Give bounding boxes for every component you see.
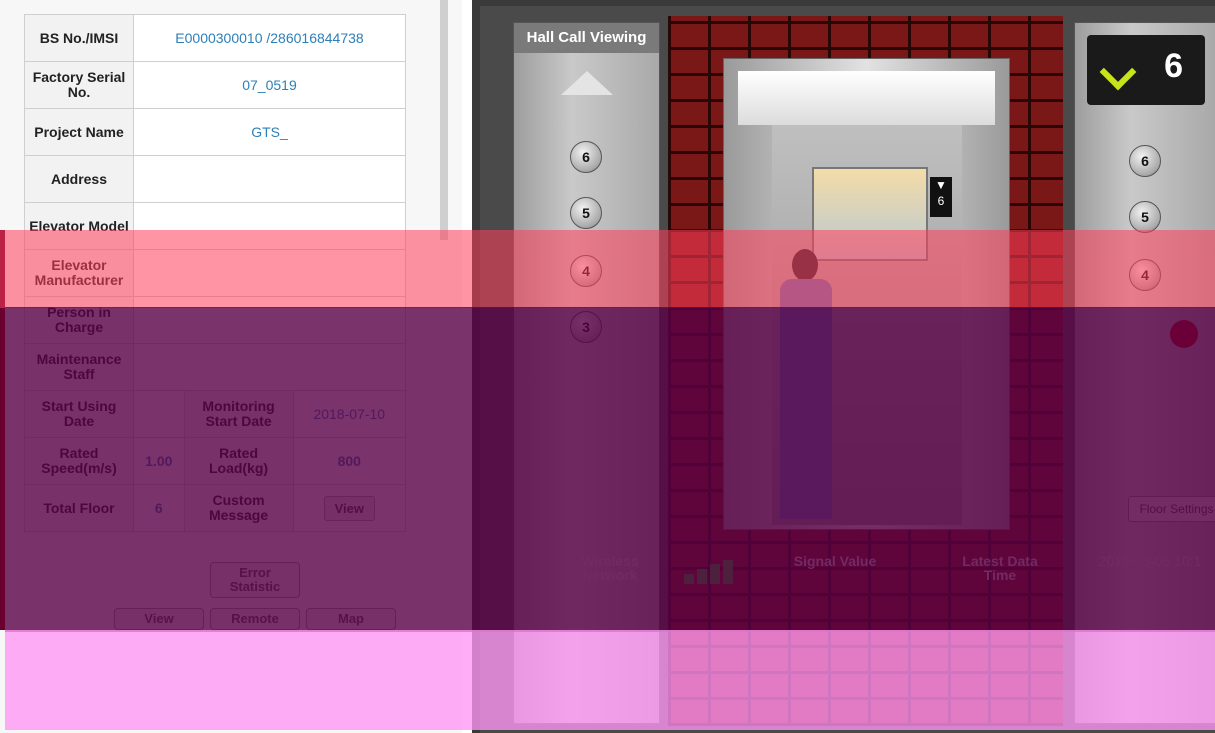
passenger-head bbox=[792, 249, 818, 281]
hall-floor-button-3[interactable]: 3 bbox=[570, 311, 602, 343]
address-value bbox=[133, 155, 406, 203]
cab-floor-indicator: ▼ 6 bbox=[930, 177, 952, 217]
hall-call-panel: Hall Call Viewing 6 5 4 3 bbox=[513, 22, 660, 724]
elevator-manufacturer-value bbox=[133, 249, 406, 297]
passenger-figure bbox=[780, 279, 832, 519]
floor-settings-button[interactable]: Floor Settings bbox=[1128, 496, 1215, 522]
project-name-label: Project Name bbox=[24, 108, 134, 156]
info-row: Project Name GTS_ bbox=[24, 108, 406, 156]
alarm-status-indicator bbox=[1170, 320, 1198, 348]
bs-imsi-label: BS No./IMSI bbox=[24, 14, 134, 62]
remote-control-button[interactable]: Remote bbox=[210, 608, 300, 630]
car-floor-button-5[interactable]: 5 bbox=[1129, 201, 1161, 233]
person-in-charge-label: Person in Charge bbox=[24, 296, 134, 344]
hall-up-arrow-icon bbox=[560, 71, 613, 95]
signal-bar bbox=[710, 564, 720, 584]
hall-floor-button-5[interactable]: 5 bbox=[570, 197, 602, 229]
info-row: Start Using Date Monitoring Start Date 2… bbox=[24, 390, 407, 438]
rated-load-value: 800 bbox=[292, 437, 407, 485]
cab-ceiling-light bbox=[738, 71, 995, 125]
car-floor-button-6[interactable]: 6 bbox=[1129, 145, 1161, 177]
project-name-value: GTS_ bbox=[133, 108, 406, 156]
panel-scrollbar[interactable] bbox=[440, 0, 448, 240]
latest-data-time-label: Latest Data Time bbox=[962, 553, 1038, 583]
map-location-button[interactable]: Map bbox=[306, 608, 396, 630]
rated-speed-value: 1.00 bbox=[133, 437, 185, 485]
hall-call-title: Hall Call Viewing bbox=[514, 23, 659, 53]
car-floor-button-4[interactable]: 4 bbox=[1129, 259, 1161, 291]
info-row: Total Floor 6 Custom Message View bbox=[24, 484, 407, 532]
hall-floor-button-6[interactable]: 6 bbox=[570, 141, 602, 173]
start-using-date-label: Start Using Date bbox=[24, 390, 134, 438]
signal-bar bbox=[684, 574, 694, 584]
connection-status-row: Wireless Network Signal Value Latest Dat… bbox=[570, 554, 1215, 594]
elevator-manufacturer-label: Elevator Manufacturer bbox=[24, 249, 134, 297]
error-statistic-button[interactable]: Error Statistic bbox=[210, 562, 300, 598]
elevator-simulator: Hall Call Viewing 6 5 4 3 ▼ 6 6 6 5 4 Fl… bbox=[472, 0, 1215, 733]
start-using-date-value bbox=[133, 390, 185, 438]
elevator-info-panel: BS No./IMSI E0000300010 /286016844738 Fa… bbox=[0, 0, 462, 733]
person-in-charge-value bbox=[133, 296, 406, 344]
signal-strength-icon bbox=[684, 560, 734, 584]
elevator-model-value bbox=[133, 202, 406, 250]
latest-data-time-value: 2018-03-06 10:1 bbox=[1098, 553, 1202, 569]
info-row: Person in Charge bbox=[24, 296, 406, 344]
current-floor-display: 6 bbox=[1087, 35, 1205, 105]
current-floor-number: 6 bbox=[1164, 47, 1183, 85]
cab-indicator-floor: 6 bbox=[937, 194, 945, 208]
elevator-cab: ▼ 6 bbox=[772, 125, 962, 525]
info-row: Elevator Manufacturer bbox=[24, 249, 406, 297]
monitoring-start-value: 2018-07-10 bbox=[292, 390, 407, 438]
simulator-frame: Hall Call Viewing 6 5 4 3 ▼ 6 6 6 5 4 Fl… bbox=[480, 6, 1215, 733]
rated-load-label: Rated Load(kg) bbox=[183, 437, 294, 485]
maintenance-staff-label: Maintenance Staff bbox=[24, 343, 134, 391]
info-row: Address bbox=[24, 155, 406, 203]
signal-bar bbox=[697, 569, 707, 584]
wireless-network-label: Wireless Network bbox=[581, 553, 639, 583]
rated-speed-label: Rated Speed(m/s) bbox=[24, 437, 134, 485]
down-arrow-icon: ▼ bbox=[935, 178, 947, 192]
cab-back-mirror bbox=[812, 167, 928, 261]
custom-message-label: Custom Message bbox=[183, 484, 294, 532]
elevator-model-label: Elevator Model bbox=[24, 202, 134, 250]
info-row: Factory Serial No. 07_0519 bbox=[24, 61, 406, 109]
direction-down-icon bbox=[1099, 53, 1137, 91]
info-row: Maintenance Staff bbox=[24, 343, 406, 391]
custom-message-view-button[interactable]: View bbox=[323, 495, 375, 521]
bs-imsi-value: E0000300010 /286016844738 bbox=[133, 14, 406, 62]
action-button-area: Error Statistic View Remote Map bbox=[60, 540, 440, 730]
factory-serial-label: Factory Serial No. bbox=[24, 61, 134, 109]
signal-value-label: Signal Value bbox=[793, 553, 877, 569]
info-row: BS No./IMSI E0000300010 /286016844738 bbox=[24, 14, 406, 62]
maintenance-staff-value bbox=[133, 343, 406, 391]
signal-bar bbox=[723, 560, 733, 584]
info-row: Rated Speed(m/s) 1.00 Rated Load(kg) 800 bbox=[24, 437, 407, 485]
info-row: Elevator Model bbox=[24, 202, 406, 250]
elevator-info-table: BS No./IMSI E0000300010 /286016844738 Fa… bbox=[24, 14, 407, 532]
view-record-button[interactable]: View bbox=[114, 608, 204, 630]
address-label: Address bbox=[24, 155, 134, 203]
total-floor-label: Total Floor bbox=[24, 484, 134, 532]
elevator-door-frame: ▼ 6 bbox=[723, 58, 1010, 530]
car-call-panel: 6 6 5 4 bbox=[1074, 22, 1215, 724]
total-floor-value: 6 bbox=[133, 484, 185, 532]
monitoring-start-label: Monitoring Start Date bbox=[183, 390, 294, 438]
custom-message-cell: View bbox=[292, 484, 407, 532]
factory-serial-value: 07_0519 bbox=[133, 61, 406, 109]
hall-floor-button-4[interactable]: 4 bbox=[570, 255, 602, 287]
